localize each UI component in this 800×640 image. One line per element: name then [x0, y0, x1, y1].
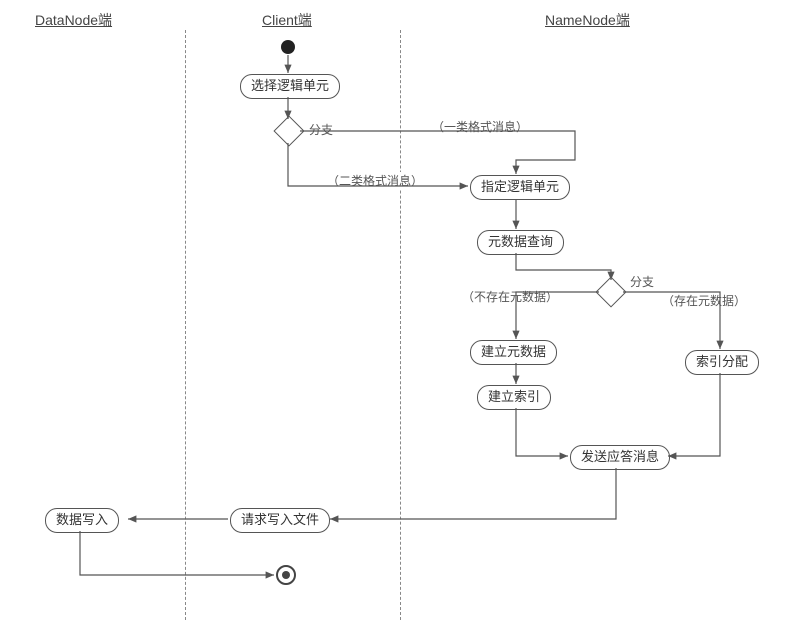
lane-divider-1 [185, 30, 186, 620]
activity-create-meta: 建立元数据 [470, 340, 557, 365]
activity-select-unit: 选择逻辑单元 [240, 74, 340, 99]
lane-divider-2 [400, 30, 401, 620]
activity-req-write: 请求写入文件 [230, 508, 330, 533]
swimlane-client: Client端 [262, 10, 312, 30]
label-has-meta: （存在元数据） [660, 292, 748, 309]
decision-branch1 [273, 115, 304, 146]
swimlane-datanode: DataNode端 [35, 10, 112, 30]
label-no-meta: （不存在元数据） [460, 288, 560, 305]
label-branch2: 分支 [628, 273, 656, 290]
activity-create-index: 建立索引 [477, 385, 551, 410]
activity-meta-query: 元数据查询 [477, 230, 564, 255]
label-branch1: 分支 [307, 121, 335, 138]
swimlane-namenode: NameNode端 [545, 10, 630, 30]
start-node [281, 40, 295, 54]
activity-specify-unit: 指定逻辑单元 [470, 175, 570, 200]
activity-send-resp: 发送应答消息 [570, 445, 670, 470]
decision-branch2 [595, 276, 626, 307]
end-node [276, 565, 296, 585]
label-msg-type1: （一类格式消息） [430, 118, 530, 135]
activity-data-write: 数据写入 [45, 508, 119, 533]
label-msg-type2: （二类格式消息） [325, 172, 425, 189]
activity-index-alloc: 索引分配 [685, 350, 759, 375]
